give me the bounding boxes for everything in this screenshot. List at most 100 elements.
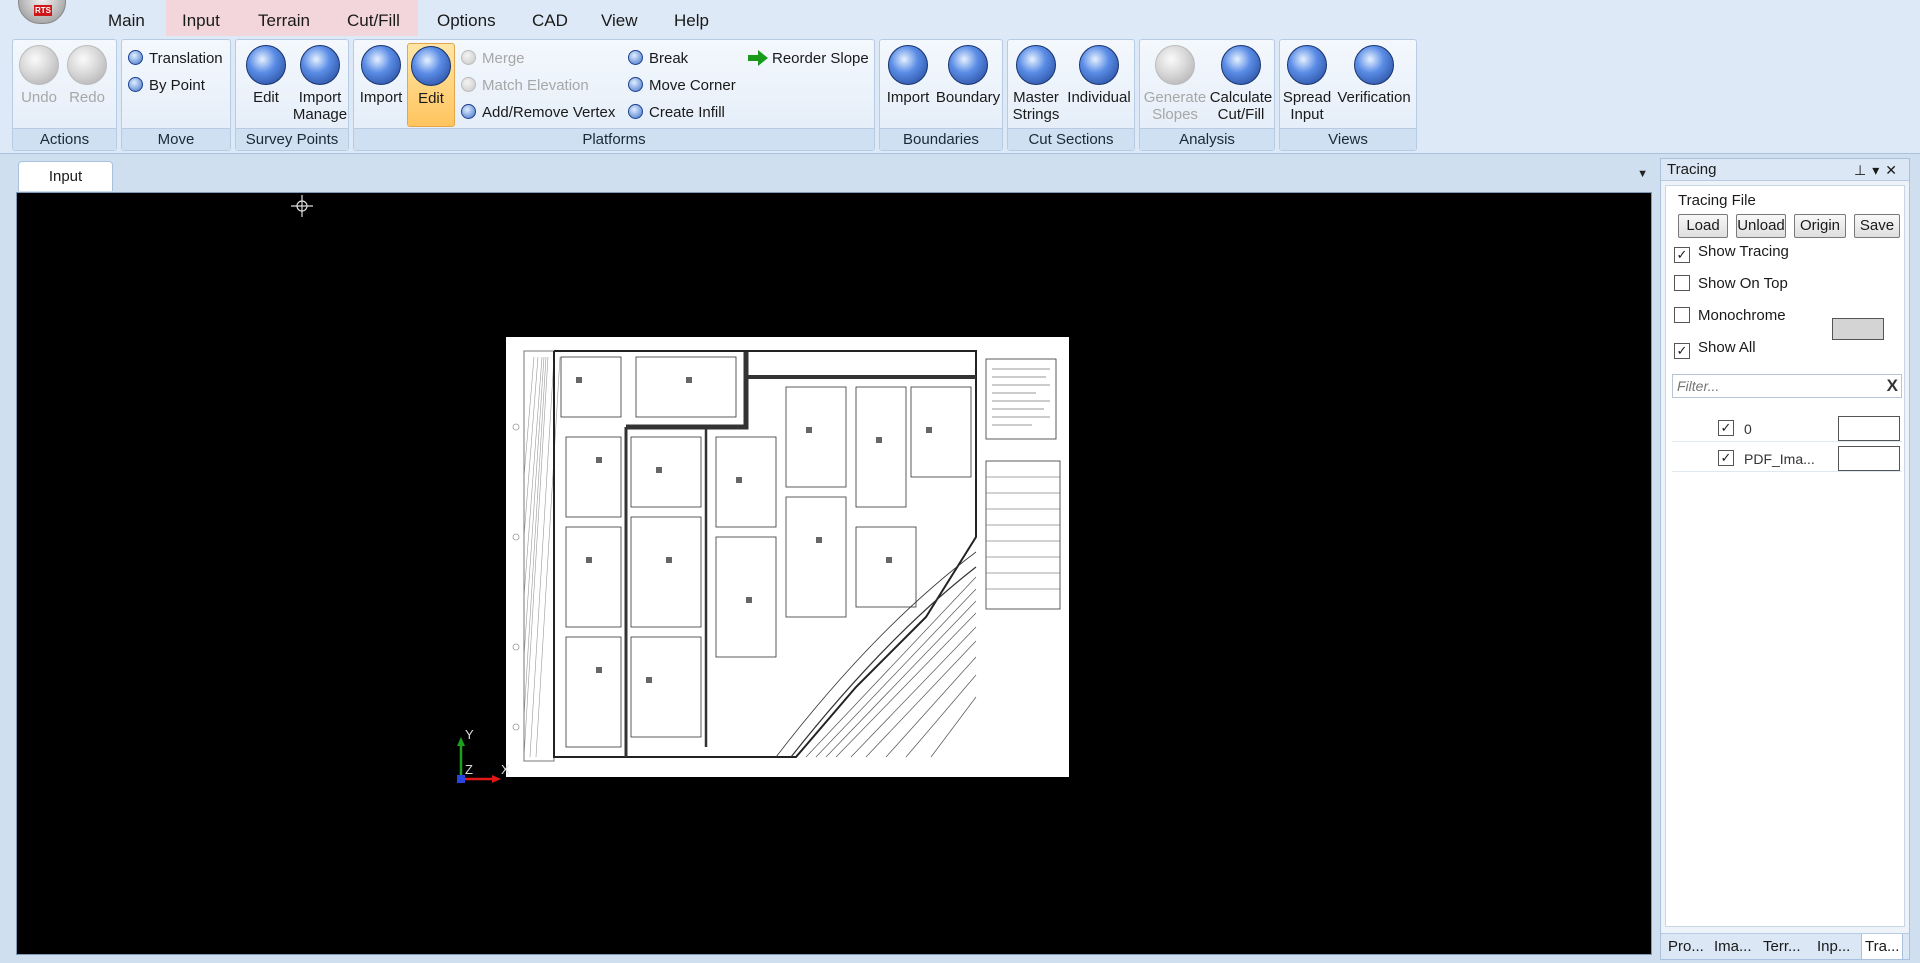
tab-images[interactable]: Ima... [1711, 934, 1755, 960]
calculate-cut-fill-button[interactable]: Calculate Cut/Fill [1208, 43, 1274, 123]
tab-dropdown-icon[interactable]: ▼ [1637, 168, 1648, 180]
group-label: Move [122, 128, 230, 150]
survey-edit-button[interactable]: Edit [242, 43, 290, 106]
close-icon[interactable]: ✕ [1885, 162, 1903, 178]
crosshair-cursor-icon [291, 195, 313, 217]
spread-input-button[interactable]: Spread Input [1282, 43, 1332, 123]
checkbox-checked-icon: ✓ [1674, 343, 1690, 359]
group-label: Survey Points [236, 128, 348, 150]
panel-menu-icon[interactable]: ▾ [1872, 162, 1885, 178]
create-infill-button[interactable]: Create Infill [628, 102, 725, 124]
layer-visible-checkbox[interactable]: ✓ [1718, 450, 1734, 466]
clear-filter-icon[interactable]: X [1887, 376, 1898, 396]
app-logo[interactable]: RTS [18, 0, 66, 24]
generate-slopes-button[interactable]: Generate Slopes [1142, 43, 1208, 123]
tab-properties[interactable]: Pro... [1665, 934, 1707, 960]
menu-bar: RTS Main Input Terrain Cut/Fill Options … [0, 0, 1920, 36]
show-on-top-checkbox[interactable]: Show On Top [1674, 274, 1788, 296]
break-icon [628, 50, 643, 65]
axis-x-label: X [501, 762, 510, 777]
break-button[interactable]: Break [628, 48, 688, 70]
redo-button[interactable]: Redo [67, 43, 107, 106]
load-button[interactable]: Load [1678, 214, 1728, 238]
group-label: Analysis [1140, 128, 1274, 150]
layer-visible-checkbox[interactable]: ✓ [1718, 420, 1734, 436]
document-area: Input ▼ Y Z X [12, 158, 1656, 958]
by-point-button[interactable]: By Point [128, 75, 205, 97]
merge-icon [461, 50, 476, 65]
by-point-icon [128, 77, 143, 92]
group-label: Cut Sections [1008, 128, 1134, 150]
verification-button[interactable]: Verification [1332, 43, 1416, 106]
filter-input[interactable] [1673, 375, 1869, 397]
master-strings-button[interactable]: Master Strings [1010, 43, 1062, 123]
layer-filter: X [1672, 374, 1902, 398]
group-survey-points: Edit Import Manage Survey Points [235, 39, 349, 151]
save-button[interactable]: Save [1854, 214, 1900, 238]
boundary-button[interactable]: Boundary [934, 43, 1002, 106]
platform-edit-button[interactable]: Edit [407, 43, 455, 127]
tab-input[interactable]: Input [18, 161, 113, 191]
individual-icon [1079, 45, 1119, 85]
logo-text: RTS [34, 5, 52, 16]
menu-cad[interactable]: CAD [518, 8, 582, 34]
layer-row: ✓ 0 [1672, 416, 1902, 442]
group-analysis: Generate Slopes Calculate Cut/Fill Analysi… [1139, 39, 1275, 151]
undo-button[interactable]: Undo [19, 43, 59, 106]
wrench-icon [300, 45, 340, 85]
redo-icon [67, 45, 107, 85]
menu-main[interactable]: Main [94, 8, 159, 34]
show-tracing-checkbox[interactable]: ✓ Show Tracing [1674, 242, 1789, 264]
reorder-slope-button[interactable]: Reorder Slope [748, 48, 869, 70]
spreadsheet-icon [1287, 45, 1327, 85]
group-label: Platforms [354, 128, 874, 150]
axis-z-label: Z [465, 762, 473, 777]
layer-color-swatch[interactable] [1838, 416, 1900, 441]
pin-icon[interactable]: ⊥ [1854, 162, 1872, 178]
pencil-icon [246, 45, 286, 85]
tab-terrain[interactable]: Terr... [1760, 934, 1804, 960]
group-actions: Undo Redo Actions [12, 39, 117, 151]
move-corner-button[interactable]: Move Corner [628, 75, 736, 97]
platform-import-button[interactable]: Import [356, 43, 406, 106]
boundary-import-button[interactable]: Import [882, 43, 934, 106]
group-cut-sections: Master Strings Individual Cut Sections [1007, 39, 1135, 151]
edit-platform-icon [411, 46, 451, 86]
menu-options[interactable]: Options [423, 8, 510, 34]
panel-header: Tracing ⊥▾✕ [1661, 159, 1909, 181]
monochrome-color-swatch[interactable] [1832, 318, 1884, 340]
tab-inputs[interactable]: Inp... [1814, 934, 1853, 960]
group-move: Translation By Point Move [121, 39, 231, 151]
tracing-image[interactable] [506, 337, 1069, 777]
green-arrow-icon [748, 50, 768, 66]
individual-button[interactable]: Individual [1064, 43, 1134, 106]
monochrome-checkbox[interactable]: Monochrome [1674, 306, 1786, 328]
panel-tab-strip: Pro... Ima... Terr... Inp... Tra... [1661, 933, 1909, 960]
match-elevation-button[interactable]: Match Elevation [461, 75, 589, 97]
checkbox-checked-icon: ✓ [1674, 247, 1690, 263]
ucs-axes-icon: Y Z X [457, 729, 510, 783]
infill-icon [628, 104, 643, 119]
group-views: Spread Input Verification Views [1279, 39, 1417, 151]
import-manage-button[interactable]: Import Manage [292, 43, 348, 123]
merge-button[interactable]: Merge [461, 48, 525, 70]
generate-slopes-icon [1155, 45, 1195, 85]
master-strings-icon [1016, 45, 1056, 85]
unload-button[interactable]: Unload [1736, 214, 1786, 238]
translation-button[interactable]: Translation [128, 48, 223, 70]
layer-name: PDF_Ima... [1744, 451, 1815, 467]
menu-help[interactable]: Help [660, 8, 723, 34]
cad-viewport[interactable]: Y Z X [16, 192, 1652, 955]
layer-color-swatch[interactable] [1838, 446, 1900, 471]
layer-row: ✓ PDF_Ima... [1672, 446, 1902, 472]
show-all-checkbox[interactable]: ✓ Show All [1674, 338, 1756, 360]
checkbox-unchecked-icon [1674, 307, 1690, 323]
checkbox-unchecked-icon [1674, 275, 1690, 291]
menu-terrain[interactable]: Terrain [244, 8, 324, 34]
tab-tracing[interactable]: Tra... [1861, 934, 1904, 960]
add-remove-vertex-button[interactable]: Add/Remove Vertex [461, 102, 615, 124]
menu-cut-fill[interactable]: Cut/Fill [333, 8, 414, 34]
menu-view[interactable]: View [587, 8, 652, 34]
menu-input[interactable]: Input [168, 8, 234, 34]
origin-button[interactable]: Origin [1794, 214, 1846, 238]
